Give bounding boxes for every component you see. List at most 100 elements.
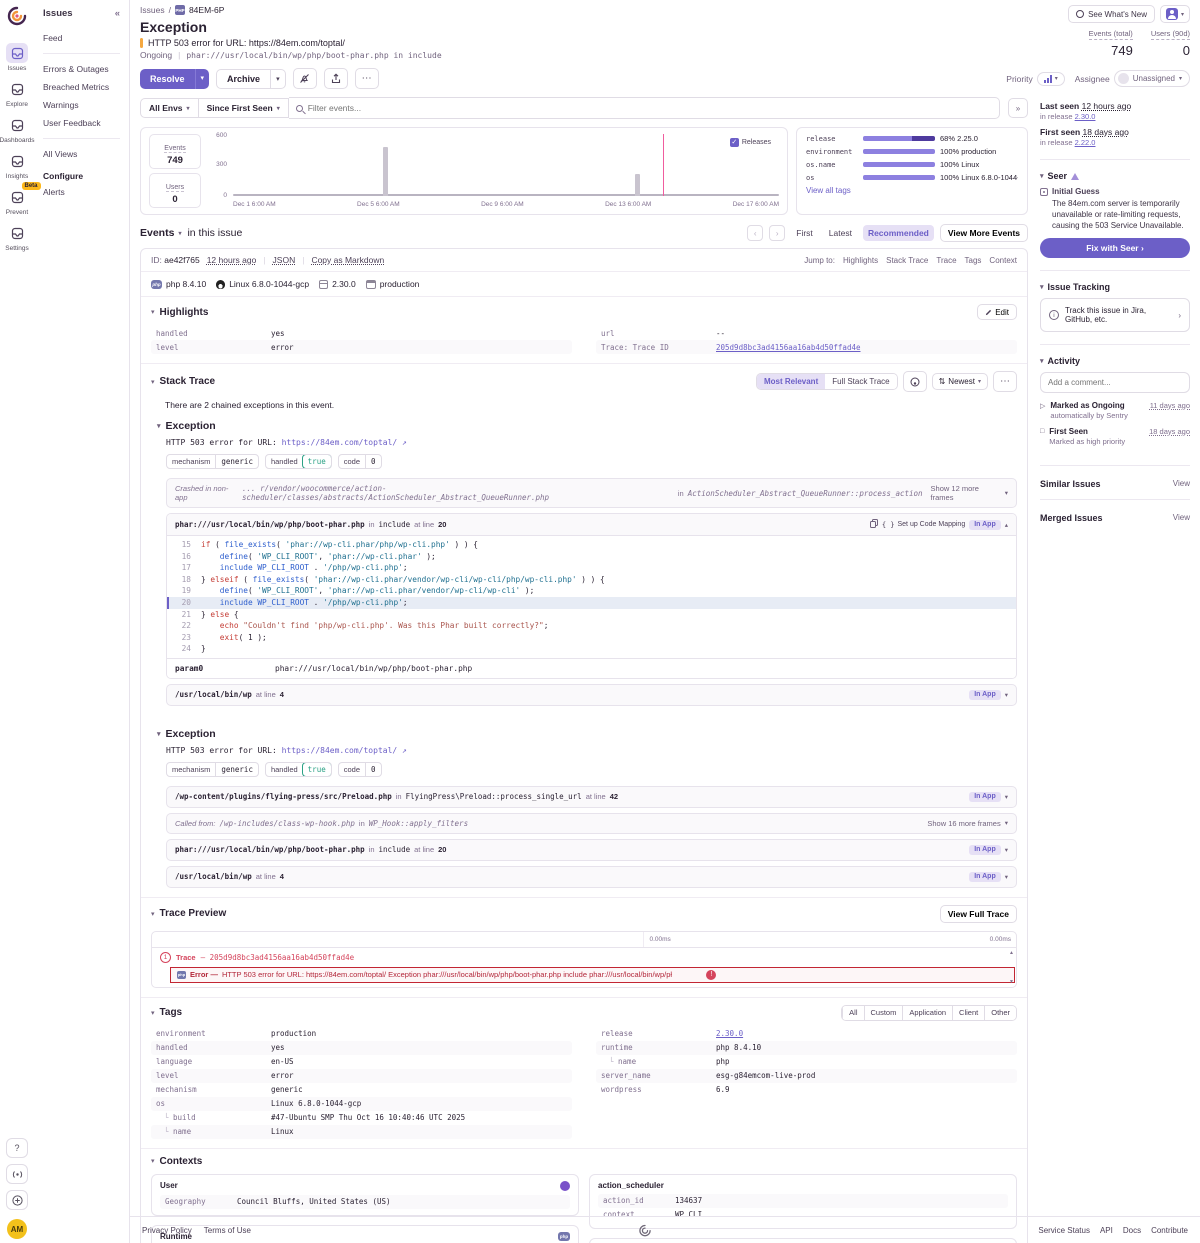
tag-chip[interactable]: production	[366, 279, 420, 289]
tag-chip[interactable]: php php 8.4.10	[151, 279, 206, 289]
recommended-event-button[interactable]: Recommended	[863, 225, 934, 241]
resolve-dropdown[interactable]: ▾	[195, 69, 210, 89]
users-stat[interactable]: Users 0	[149, 173, 201, 208]
external-link-icon[interactable]: ↗	[402, 438, 407, 447]
sidebar-item-feed[interactable]: Feed	[43, 29, 120, 47]
latest-event-button[interactable]: Latest	[824, 225, 857, 241]
copy-icon[interactable]	[870, 519, 878, 530]
first-seen-time[interactable]: 18 days ago	[1083, 127, 1129, 137]
collapse-contexts-icon[interactable]: ▾	[151, 1157, 155, 1165]
collapse-sidebar-button[interactable]: »	[1008, 98, 1028, 118]
footer-link[interactable]: Privacy Policy	[142, 1226, 192, 1235]
comment-input[interactable]	[1040, 372, 1190, 393]
tag-filter-button[interactable]: Application	[902, 1006, 952, 1020]
user-menu-button[interactable]: ▾	[1160, 5, 1190, 23]
tag-breakdown-row[interactable]: release68% 2.25.0	[806, 134, 1018, 143]
show-more-frames-link[interactable]: Show 16 more frames	[927, 819, 1000, 828]
last-seen-release-link[interactable]: 2.30.0	[1075, 112, 1096, 121]
github-icon[interactable]	[903, 371, 927, 392]
code-line[interactable]: 16 define( 'WP_CLI_ROOT', 'phar://wp-cli…	[167, 551, 1016, 563]
jump-link[interactable]: Tags	[965, 256, 982, 265]
tag-filter-button[interactable]: Client	[952, 1006, 984, 1020]
assignee-select[interactable]: Unassigned ▾	[1114, 70, 1190, 87]
tag-filter-button[interactable]: Other	[984, 1006, 1016, 1020]
sidebar-item[interactable]: User Feedback	[43, 114, 120, 132]
breadcrumb-issues[interactable]: Issues	[140, 5, 165, 15]
frame-header[interactable]: phar:///usr/local/bin/wp/php/boot-phar.p…	[167, 514, 1016, 536]
rail-item[interactable]: Issues	[0, 43, 35, 72]
rail-item[interactable]: Beta Prevent	[0, 187, 35, 216]
footer-link[interactable]: Terms of Use	[204, 1226, 251, 1235]
view-more-events-button[interactable]: View More Events	[940, 224, 1028, 242]
sidebar-item[interactable]: Errors & Outages	[43, 60, 120, 78]
rail-item[interactable]: Insights	[0, 151, 35, 180]
jump-link[interactable]: Highlights	[843, 256, 878, 265]
event-age[interactable]: 12 hours ago	[207, 255, 257, 265]
collapse-tracking-icon[interactable]: ▾	[1040, 283, 1044, 291]
trace-root-row[interactable]: 1 Trace — 205d9d8bc3ad4156aa16ab4d50ffad…	[152, 948, 1016, 967]
collapse-activity-icon[interactable]: ▾	[1040, 357, 1044, 365]
rail-item[interactable]: Explore	[0, 79, 35, 108]
sidebar-item-all-views[interactable]: All Views	[43, 145, 120, 163]
json-link[interactable]: JSON	[273, 255, 296, 265]
tag-filter-button[interactable]: Custom	[864, 1006, 903, 1020]
code-line[interactable]: 22 echo "Couldn't find 'php/wp-cli.php'.…	[167, 620, 1016, 632]
code-line[interactable]: 18} elseif ( file_exists( 'phar://wp-cli…	[167, 574, 1016, 586]
avatar[interactable]: AM	[7, 1219, 27, 1239]
events-dropdown[interactable]: Events▾	[140, 227, 181, 239]
events-stat[interactable]: Events 749	[149, 134, 201, 169]
jump-link[interactable]: Stack Trace	[886, 256, 928, 265]
tag-breakdown-row[interactable]: os100% Linux 6.8.0-1044-g...	[806, 173, 1018, 182]
collapse-frame-icon[interactable]: ▴	[1005, 521, 1008, 529]
last-seen-time[interactable]: 12 hours ago	[1082, 101, 1132, 111]
releases-toggle[interactable]: ✓ Releases	[730, 138, 771, 147]
collapse-highlights-icon[interactable]: ▾	[151, 308, 155, 316]
rail-item[interactable]: Settings	[0, 223, 35, 252]
tag-breakdown-row[interactable]: environment100% production	[806, 147, 1018, 156]
search-input[interactable]	[308, 103, 992, 113]
frame-row[interactable]: /wp-content/plugins/flying-press/src/Pre…	[166, 786, 1017, 808]
collapse-tags-icon[interactable]: ▾	[151, 1009, 155, 1017]
sidebar-item[interactable]: Breached Metrics	[43, 78, 120, 96]
first-seen-release-link[interactable]: 2.22.0	[1075, 138, 1096, 147]
sidebar-item-alerts[interactable]: Alerts	[43, 183, 120, 201]
jump-link[interactable]: Trace	[936, 256, 956, 265]
show-more-frames-link[interactable]: Show 12 more frames	[931, 484, 1001, 502]
exception-url-link[interactable]: https://84em.com/toptal/	[282, 438, 398, 447]
add-button[interactable]	[6, 1190, 28, 1210]
collapse-trace-icon[interactable]: ▾	[151, 910, 155, 918]
tag-chip[interactable]: Linux 6.8.0-1044-gcp	[216, 279, 309, 289]
event-bars[interactable]	[233, 136, 779, 196]
frame-row[interactable]: phar:///usr/local/bin/wp/php/boot-phar.p…	[166, 839, 1017, 861]
sentry-logo-icon[interactable]	[6, 4, 28, 26]
fix-with-seer-button[interactable]: Fix with Seer ›	[1040, 238, 1190, 258]
code-mapping-button[interactable]: { }Set up Code Mapping	[882, 521, 965, 529]
share-button[interactable]	[324, 68, 348, 89]
frame-row[interactable]: /usr/local/bin/wp at line 4 In App ▾	[166, 866, 1017, 888]
stacktrace-options-button[interactable]: ⋯	[993, 371, 1017, 392]
archive-dropdown[interactable]: ▾	[271, 69, 286, 89]
trace-error-row[interactable]: php Error — HTTP 503 error for URL: http…	[170, 967, 1015, 983]
event-bar[interactable]	[383, 147, 388, 196]
code-line[interactable]: 19 define( 'WP_CLI_ROOT', 'phar://wp-cli…	[167, 585, 1016, 597]
prev-event-button[interactable]: ‹	[747, 225, 763, 241]
sidebar-item[interactable]: Warnings	[43, 96, 120, 114]
footer-link[interactable]: Contribute	[1151, 1226, 1188, 1235]
resolve-button[interactable]: Resolve ▾	[140, 69, 209, 89]
tag-filter-button[interactable]: All	[842, 1006, 863, 1020]
trace-scrollbar[interactable]: ▲▼	[1008, 950, 1015, 985]
frame-row[interactable]: Called from: /wp-includes/class-wp-hook.…	[166, 813, 1017, 834]
collapse-stacktrace-icon[interactable]: ▾	[151, 378, 155, 386]
frame-row[interactable]: /usr/local/bin/wp at line 4 In App ▾	[166, 684, 1017, 706]
help-button[interactable]: ?	[6, 1138, 28, 1158]
view-all-tags-link[interactable]: View all tags	[806, 186, 1018, 195]
footer-link[interactable]: Docs	[1123, 1226, 1141, 1235]
footer-link[interactable]: API	[1100, 1226, 1113, 1235]
priority-select[interactable]: ▾	[1037, 72, 1065, 86]
release-marker[interactable]	[663, 134, 664, 196]
footer-link[interactable]: Service Status	[1038, 1226, 1090, 1235]
collapse-seer-icon[interactable]: ▾	[1040, 172, 1044, 180]
edit-highlights-button[interactable]: Edit	[977, 304, 1017, 320]
broadcast-button[interactable]	[6, 1164, 28, 1184]
next-event-button[interactable]: ›	[769, 225, 785, 241]
